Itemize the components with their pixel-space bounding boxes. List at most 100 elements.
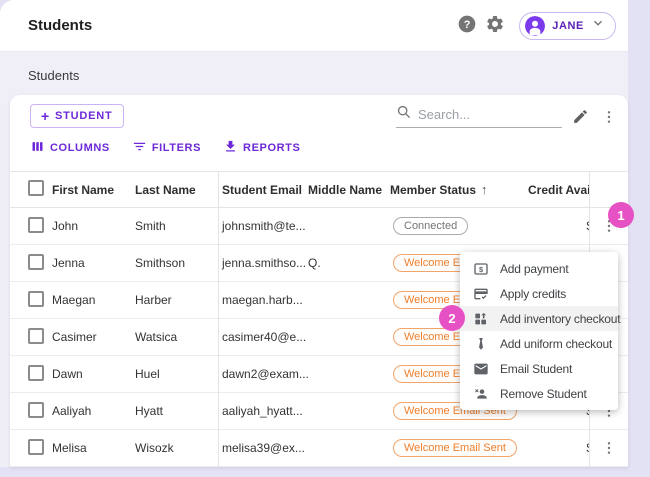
row-checkbox[interactable] [28,327,44,344]
menu-item-label: Add inventory checkout [500,311,621,326]
menu-item-apply-credits[interactable]: Apply credits [460,281,618,306]
user-menu-button[interactable]: JANE [519,11,616,40]
download-icon [223,139,238,157]
row-checkbox[interactable] [28,438,44,455]
menu-item-label: Add uniform checkout [500,336,613,351]
annotation-step-1: 1 [608,202,634,228]
cell-first-name: Maegan [52,293,96,307]
cell-last-name: Hyatt [135,404,164,418]
cell-student-email: maegan.harb... [222,293,303,307]
payment-icon: $ [473,261,489,277]
app-header: Students ? JANE [0,0,628,52]
cell-last-name: Huel [135,367,160,381]
row-actions-button[interactable] [595,434,623,462]
cell-last-name: Smith [135,219,166,233]
cell-last-name: Wisozk [135,441,174,455]
columns-icon [30,139,45,157]
user-avatar-icon [525,15,546,36]
search-icon [396,104,412,125]
cell-student-email: jenna.smithso... [222,256,307,270]
view-controls: COLUMNS FILTERS REPORTS [30,139,300,157]
cell-first-name: Dawn [52,367,83,381]
row-checkbox[interactable] [28,216,44,233]
cell-first-name: John [52,219,79,233]
remove-person-icon [473,386,489,402]
cell-credit-available: $ [520,441,589,455]
menu-item-label: Apply credits [500,286,567,301]
table-row: John Smith johnsmith@te... Connected $ [10,208,628,245]
pinned-left-divider [218,171,219,467]
column-header-last-name[interactable]: Last Name [135,183,218,197]
menu-item-email-student[interactable]: Email Student [460,356,618,381]
reports-label: REPORTS [243,142,301,154]
page-title: Students [28,17,93,34]
search-field [396,102,562,128]
menu-item-add-inventory-checkout[interactable]: Add inventory checkout [460,306,621,331]
breadcrumb: Students [28,68,80,83]
filters-button[interactable]: FILTERS [132,139,201,157]
row-checkbox[interactable] [28,364,44,381]
menu-item-remove-student[interactable]: Remove Student [460,381,618,406]
uniform-tie-icon [473,336,489,352]
table-options-button[interactable] [595,104,623,132]
plus-icon: + [41,108,50,124]
cell-credit-available: $ [520,219,589,233]
row-checkbox[interactable] [28,401,44,418]
gear-icon [485,14,505,37]
column-header-student-email[interactable]: Student Email [218,183,302,197]
cell-last-name: Watsica [135,330,178,344]
row-checkbox[interactable] [28,253,44,270]
member-status-badge: Connected [393,217,469,235]
cell-middle-name: Q. [308,256,321,270]
columns-button[interactable]: COLUMNS [30,139,110,157]
add-student-label: STUDENT [54,110,113,122]
envelope-icon [473,361,489,377]
add-student-button[interactable]: + STUDENT [30,104,124,128]
filter-icon [132,139,147,157]
help-button[interactable]: ? [453,12,481,40]
annotation-step-2: 2 [439,305,465,331]
column-header-credit-available[interactable]: Credit Available [520,183,589,197]
edit-button[interactable] [566,104,594,132]
cell-student-email: aaliyah_hyatt... [222,404,303,418]
cell-first-name: Aaliyah [52,404,92,418]
menu-item-label: Email Student [500,361,573,376]
kebab-menu-icon [601,109,617,128]
cell-first-name: Melisa [52,441,87,455]
column-header-member-status[interactable]: Member Status ↑ [375,182,520,197]
settings-button[interactable] [481,12,509,40]
row-checkbox[interactable] [28,290,44,307]
search-input[interactable] [418,107,548,122]
inventory-icon [473,311,489,327]
row-context-menu: $ Add payment Apply credits Add inventor… [460,252,621,410]
svg-text:$: $ [479,264,483,273]
column-header-middle-name[interactable]: Middle Name [300,183,382,197]
cell-student-email: melisa39@ex... [222,441,305,455]
cell-last-name: Harber [135,293,172,307]
cell-last-name: Smithson [135,256,186,270]
filters-label: FILTERS [151,142,202,154]
chevron-down-icon [591,16,605,35]
table-row: Melisa Wisozk melisa39@ex... Welcome Ema… [10,430,628,467]
cell-first-name: Casimer [52,330,97,344]
pencil-icon [572,108,589,128]
sort-ascending-icon: ↑ [481,182,488,197]
member-status-header-label: Member Status [390,182,477,197]
menu-item-label: Remove Student [500,386,587,401]
member-status-badge: Welcome Email Sent [393,439,517,457]
menu-item-label: Add payment [500,261,569,276]
column-header-first-name[interactable]: First Name [52,183,135,197]
cell-student-email: johnsmith@te... [222,219,306,233]
columns-label: COLUMNS [50,142,110,154]
user-name-label: JANE [552,19,584,32]
menu-item-add-payment[interactable]: $ Add payment [460,256,618,281]
cell-student-email: dawn2@exam... [222,367,309,381]
table-header-row: First Name Last Name Student Email Middl… [10,171,628,208]
apply-credits-icon [473,286,489,302]
menu-item-add-uniform-checkout[interactable]: Add uniform checkout [460,331,618,356]
help-icon: ? [457,14,477,37]
svg-text:?: ? [464,19,471,31]
cell-student-email: casimer40@e... [222,330,307,344]
select-all-checkbox[interactable] [28,180,44,196]
reports-button[interactable]: REPORTS [223,139,300,157]
